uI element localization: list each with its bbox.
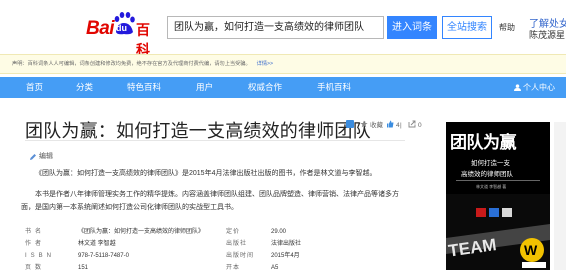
info-key: 出版社 bbox=[226, 241, 248, 247]
nav-item-users[interactable]: 用户 bbox=[196, 77, 213, 98]
enter-entry-button[interactable]: 进入词条 bbox=[387, 16, 437, 39]
help-link[interactable]: 帮助 bbox=[499, 22, 515, 33]
info-value: 《团队为赢：如何打造一支高绩效的律师团队》 bbox=[78, 229, 205, 235]
divider-bar: | bbox=[400, 122, 402, 129]
user-center-label: 个人中心 bbox=[523, 83, 555, 92]
pencil-icon bbox=[30, 154, 36, 160]
info-value: 法律出版社 bbox=[271, 241, 302, 247]
summary-paragraph: 《团队为赢：如何打造一支高绩效的律师团队》是2015年4月法律出版社出版的图书，… bbox=[35, 170, 377, 177]
info-key: 定价 bbox=[226, 229, 241, 235]
share-icon bbox=[408, 120, 416, 128]
info-key: 作者 bbox=[25, 241, 46, 247]
collect-label: 收藏 bbox=[370, 122, 383, 129]
info-key: 书名 bbox=[25, 229, 46, 235]
side-panel-edge bbox=[554, 122, 566, 270]
plus-icon bbox=[346, 120, 354, 128]
info-value: 林文道 李智越 bbox=[78, 241, 116, 247]
thumbs-up-icon bbox=[387, 120, 394, 128]
logo-du-text: du bbox=[116, 23, 127, 33]
edit-label: 编辑 bbox=[39, 153, 53, 160]
like-button[interactable]: 4 bbox=[386, 120, 400, 132]
info-value: A5 bbox=[271, 265, 279, 271]
nav-item-mobile[interactable]: 手机百科 bbox=[317, 77, 351, 98]
nav-item-featured[interactable]: 特色百科 bbox=[127, 77, 161, 98]
baidu-baike-logo[interactable]: Bai du 百科 bbox=[86, 12, 162, 58]
user-center-link[interactable]: 个人中心 bbox=[514, 77, 555, 98]
cover-subtitle: 如何打造一支 bbox=[471, 160, 510, 167]
nav-item-category[interactable]: 分类 bbox=[76, 77, 93, 98]
info-key: 页数 bbox=[25, 265, 46, 271]
plus-button[interactable] bbox=[346, 120, 356, 132]
header: Bai du 百科 团队为赢，如何打造一支高绩效的律师团队 进入词条 全站搜索 … bbox=[0, 0, 566, 58]
cover-title: 团队为赢 bbox=[450, 133, 517, 152]
info-value: 151 bbox=[78, 265, 89, 271]
svg-text:W: W bbox=[524, 242, 538, 258]
disclaimer-text: 声明：百科词条人人可编辑，词条创建和修改均免费，绝不存在官方及代理商付费代编，请… bbox=[12, 61, 251, 67]
collect-button[interactable]: 收藏 bbox=[360, 120, 383, 132]
promo-subtitle[interactable]: 陈茂源星 bbox=[529, 28, 565, 41]
description-paragraph: 本书是作者八年律师管理实务工作的精华提炼。内容涵盖律师团队组建、团队品牌塑造、律… bbox=[21, 191, 399, 211]
info-value: 29.00 bbox=[271, 229, 287, 235]
search-input[interactable]: 团队为赢，如何打造一支高绩效的律师团队 bbox=[167, 16, 384, 39]
info-key: ISBN bbox=[25, 253, 56, 259]
disclaimer-notice-bar: 声明：百科词条人人可编辑，词条创建和修改均免费，绝不存在官方及代理商付费代编，请… bbox=[0, 54, 566, 74]
info-row: 书名 《团队为赢：如何打造一支高绩效的律师团队》 定价 29.00 bbox=[21, 226, 406, 238]
info-value: 978-7-5118-7487-0 bbox=[78, 253, 129, 259]
cover-authors: 林文道 李智越 著 bbox=[476, 184, 507, 189]
edit-button[interactable]: 编辑 bbox=[27, 151, 53, 163]
info-key: 出版时间 bbox=[226, 253, 255, 259]
cover-divider bbox=[456, 180, 540, 181]
info-key: 开本 bbox=[226, 265, 241, 271]
share-count: 0 bbox=[418, 122, 422, 129]
title-divider bbox=[25, 140, 405, 141]
info-row: 页数 151 开本 A5 bbox=[21, 262, 406, 274]
info-row: 作者 林文道 李智越 出版社 法律出版社 bbox=[21, 238, 406, 250]
cover-subtitle: 高绩效的律师团队 bbox=[461, 171, 513, 178]
main-nav: 首页 分类 特色百科 用户 权威合作 手机百科 个人中心 bbox=[0, 77, 566, 98]
disclaimer-details-link[interactable]: 详情>> bbox=[257, 61, 273, 67]
book-cover-image[interactable]: 团队为赢 如何打造一支 高绩效的律师团队 林文道 李智越 著 TEAM W bbox=[446, 122, 550, 270]
cover-artwork: TEAM W bbox=[446, 194, 550, 270]
star-icon bbox=[360, 120, 368, 128]
nav-item-home[interactable]: 首页 bbox=[26, 77, 43, 98]
nav-item-authority[interactable]: 权威合作 bbox=[248, 77, 282, 98]
user-icon bbox=[514, 84, 521, 91]
share-button[interactable]: 0 bbox=[408, 120, 422, 132]
full-site-search-button[interactable]: 全站搜索 bbox=[442, 16, 492, 39]
info-value: 2015年4月 bbox=[271, 253, 300, 259]
logo-bai-text: Bai bbox=[86, 18, 115, 39]
info-row: ISBN 978-7-5118-7487-0 出版时间 2015年4月 bbox=[21, 250, 406, 262]
